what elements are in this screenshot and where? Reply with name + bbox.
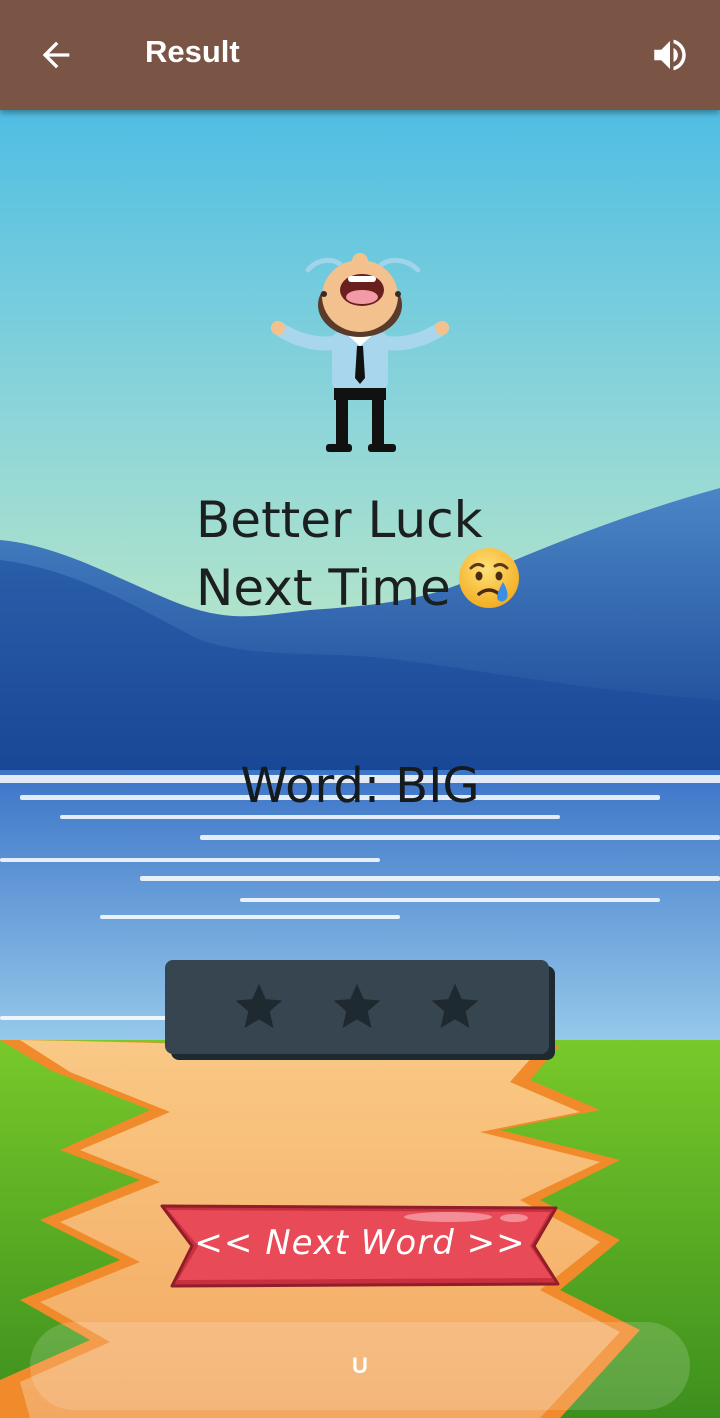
result-message-line2: Next Time — [196, 559, 451, 617]
crying-face-emoji-icon — [457, 546, 521, 625]
star-rating-panel — [165, 960, 549, 1054]
result-message-line1: Better Luck — [196, 491, 483, 549]
app-bar: Result — [0, 0, 720, 110]
page-title: Result — [145, 34, 240, 69]
star-icon — [235, 983, 283, 1028]
next-word-label: << Next Word >> — [194, 1223, 526, 1263]
bottom-bar: U — [30, 1322, 690, 1410]
arrow-left-icon — [42, 41, 70, 69]
sound-button[interactable] — [642, 28, 698, 82]
result-message: Better Luck Next Time — [196, 488, 521, 631]
star-icon — [431, 983, 479, 1028]
star-icon — [333, 983, 381, 1028]
bottom-bar-text: U — [352, 1353, 368, 1378]
word-label: Word: BIG — [240, 758, 480, 814]
crying-man-illustration — [271, 253, 449, 452]
back-button[interactable] — [28, 28, 84, 82]
volume-up-icon — [654, 39, 686, 71]
next-word-button[interactable]: << Next Word >> — [158, 1200, 562, 1292]
result-message-line2-row: Next Time — [196, 548, 521, 631]
